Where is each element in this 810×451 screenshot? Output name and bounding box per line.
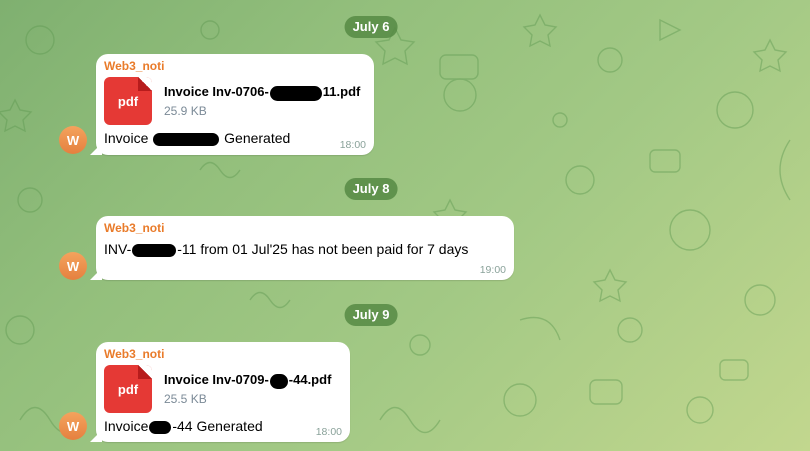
- message-text-start: INV-: [104, 241, 132, 257]
- message-text-start: Invoice: [104, 418, 149, 434]
- message-bubble[interactable]: Web3_noti pdf Invoice Inv-0709- -44.pdf 2…: [96, 342, 350, 442]
- message-bubble[interactable]: Web3_noti INV- -11 from 01 Jul'25 has not…: [96, 216, 514, 280]
- message-text: INV- -11 from 01 Jul'25 has not been paid…: [104, 240, 506, 258]
- pdf-icon-label: pdf: [117, 93, 139, 109]
- message-time: 19:00: [479, 264, 506, 276]
- sender-name[interactable]: Web3_noti: [104, 221, 506, 235]
- file-attachment[interactable]: pdf Invoice Inv-0709- -44.pdf 25.5 KB: [104, 365, 342, 413]
- file-name-end: 11.pdf: [322, 84, 361, 100]
- date-separator: July 6: [344, 16, 398, 38]
- redaction-mark: [132, 243, 177, 257]
- message-bubble[interactable]: Web3_noti pdf Invoice Inv-0706- 11.pdf 25…: [96, 54, 374, 155]
- date-separator: July 8: [344, 178, 398, 200]
- sender-avatar[interactable]: W: [59, 252, 87, 280]
- file-name: Invoice Inv-0709- -44.pdf: [164, 371, 332, 389]
- message-text: Invoice -44 Generated: [104, 417, 342, 435]
- message-time: 18:00: [339, 139, 366, 151]
- redaction-mark: [153, 132, 220, 146]
- message-text-end: -11 from 01 Jul'25 has not been paid for…: [177, 241, 469, 257]
- file-name-start: Invoice Inv-0706-: [164, 84, 269, 100]
- pdf-file-icon[interactable]: pdf: [104, 365, 152, 413]
- sender-name[interactable]: Web3_noti: [104, 347, 342, 361]
- message-time: 18:00: [315, 426, 342, 438]
- file-name-end: -44.pdf: [288, 372, 332, 388]
- message-text: Invoice Generated: [104, 129, 366, 147]
- redaction-mark: [269, 85, 322, 101]
- pdf-file-icon[interactable]: pdf: [104, 77, 152, 125]
- file-attachment[interactable]: pdf Invoice Inv-0706- 11.pdf 25.9 KB: [104, 77, 366, 125]
- message-text-end: -44 Generated: [172, 418, 263, 434]
- file-name: Invoice Inv-0706- 11.pdf: [164, 83, 361, 101]
- sender-avatar[interactable]: W: [59, 412, 87, 440]
- file-size: 25.9 KB: [164, 103, 207, 118]
- message-text-end: Generated: [224, 130, 291, 146]
- sender-avatar[interactable]: W: [59, 126, 87, 154]
- file-name-start: Invoice Inv-0709-: [164, 372, 269, 388]
- redaction-mark: [269, 373, 288, 389]
- message-text-start: Invoice: [104, 130, 153, 146]
- pdf-icon-label: pdf: [117, 381, 139, 397]
- date-separator: July 9: [344, 304, 398, 326]
- sender-name[interactable]: Web3_noti: [104, 59, 366, 73]
- file-size: 25.5 KB: [164, 391, 207, 406]
- redaction-mark: [149, 420, 172, 434]
